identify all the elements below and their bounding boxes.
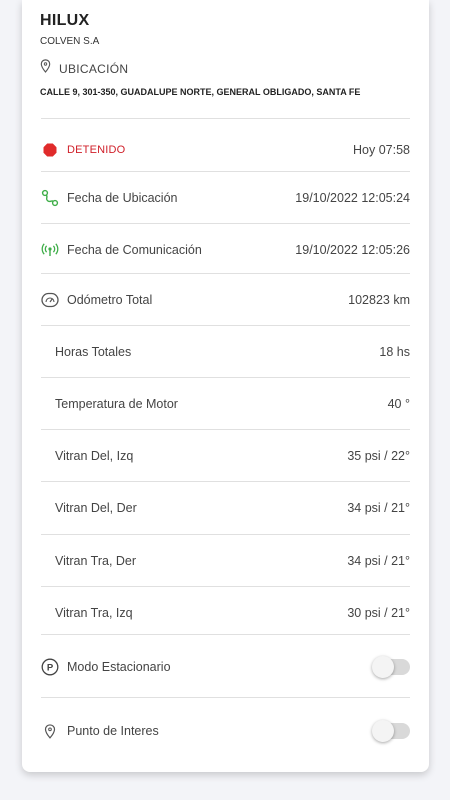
row-value: 30 psi / 21° [347, 606, 410, 620]
divider [41, 273, 410, 274]
svg-text:P: P [47, 663, 54, 674]
row-label: Temperatura de Motor [55, 397, 178, 411]
route-icon [41, 189, 59, 207]
row-odometro-total: Odómetro Total 102823 km [41, 290, 410, 310]
vehicle-name: HILUX [40, 12, 90, 29]
location-header: UBICACIÓN [40, 59, 128, 78]
modo-estacionario-toggle[interactable] [372, 656, 410, 678]
row-fecha-ubicacion: Fecha de Ubicación 19/10/2022 12:05:24 [41, 188, 410, 208]
divider [41, 586, 410, 587]
row-vitran-del-izq: Vitran Del, Izq 35 psi / 22° [41, 446, 410, 466]
row-vitran-del-der: Vitran Del, Der 34 psi / 21° [41, 498, 410, 518]
row-value: 19/10/2022 12:05:26 [295, 243, 410, 257]
row-label: Vitran Tra, Der [55, 554, 137, 568]
row-horas-totales: Horas Totales 18 hs [41, 342, 410, 362]
row-value: 18 hs [379, 345, 410, 359]
row-value: 34 psi / 21° [347, 501, 410, 515]
row-value: 35 psi / 22° [347, 449, 410, 463]
row-label: Vitran Del, Izq [55, 449, 134, 463]
row-label: Vitran Del, Der [55, 501, 137, 515]
divider [41, 171, 410, 172]
vehicle-detail-card: HILUX COLVEN S.A UBICACIÓN CALLE 9, 301-… [22, 0, 429, 772]
row-value: 40 ° [387, 397, 410, 411]
company-name: COLVEN S.A [40, 36, 100, 47]
row-label: Modo Estacionario [67, 660, 171, 674]
divider [41, 634, 410, 635]
row-label: Odómetro Total [67, 293, 153, 307]
divider [41, 325, 410, 326]
location-label: UBICACIÓN [59, 61, 129, 76]
divider [41, 481, 410, 482]
row-fecha-comunicacion: Fecha de Comunicación 19/10/2022 12:05:2… [41, 240, 410, 260]
location-pin-icon [41, 722, 59, 740]
status-label: DETENIDO [67, 144, 126, 156]
toggle-knob [372, 720, 394, 742]
location-address: CALLE 9, 301-350, GUADALUPE NORTE, GENER… [40, 87, 361, 97]
row-modo-estacionario: P Modo Estacionario [41, 655, 410, 679]
parking-icon: P [41, 658, 59, 676]
status-time: Hoy 07:58 [353, 143, 410, 157]
row-value: 19/10/2022 12:05:24 [295, 191, 410, 205]
divider [41, 223, 410, 224]
divider [41, 534, 410, 535]
divider [41, 429, 410, 430]
row-value: 34 psi / 21° [347, 554, 410, 568]
row-punto-de-interes: Punto de Interes [41, 719, 410, 743]
stop-octagon-icon [41, 141, 59, 159]
row-label: Punto de Interes [67, 724, 159, 738]
divider [41, 118, 410, 119]
signal-icon [41, 241, 59, 259]
row-label: Fecha de Ubicación [67, 191, 178, 205]
divider [41, 377, 410, 378]
row-label: Fecha de Comunicación [67, 243, 202, 257]
row-label: Vitran Tra, Izq [55, 606, 133, 620]
row-vitran-tra-izq: Vitran Tra, Izq 30 psi / 21° [41, 603, 410, 623]
speedometer-icon [41, 291, 59, 309]
location-pin-icon [40, 59, 51, 78]
row-temperatura-motor: Temperatura de Motor 40 ° [41, 394, 410, 414]
row-vitran-tra-der: Vitran Tra, Der 34 psi / 21° [41, 551, 410, 571]
status-row: DETENIDO Hoy 07:58 [41, 140, 410, 160]
toggle-knob [372, 656, 394, 678]
punto-de-interes-toggle[interactable] [372, 720, 410, 742]
row-value: 102823 km [348, 293, 410, 307]
row-label: Horas Totales [55, 345, 132, 359]
divider [41, 697, 410, 698]
